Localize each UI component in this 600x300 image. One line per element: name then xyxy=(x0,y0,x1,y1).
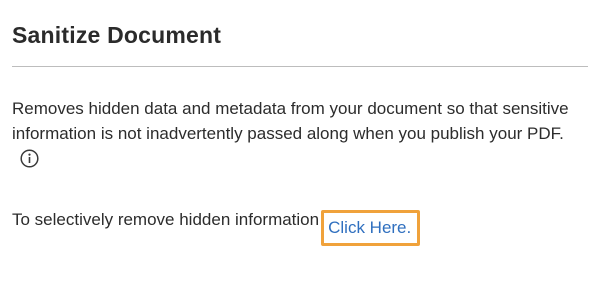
description-body: Removes hidden data and metadata from yo… xyxy=(12,99,569,143)
panel-title: Sanitize Document xyxy=(12,22,222,48)
title-divider xyxy=(12,66,588,67)
info-circle-icon[interactable] xyxy=(20,149,39,168)
selective-remove-line: To selectively remove hidden information… xyxy=(12,207,421,246)
click-here-link[interactable]: Click Here. xyxy=(328,218,411,237)
sanitize-document-panel: Sanitize Document Removes hidden data an… xyxy=(0,0,600,300)
link-highlight-box: Click Here. xyxy=(321,210,421,246)
description-text: Removes hidden data and metadata from yo… xyxy=(12,96,572,171)
selective-remove-text: To selectively remove hidden information xyxy=(12,210,320,229)
